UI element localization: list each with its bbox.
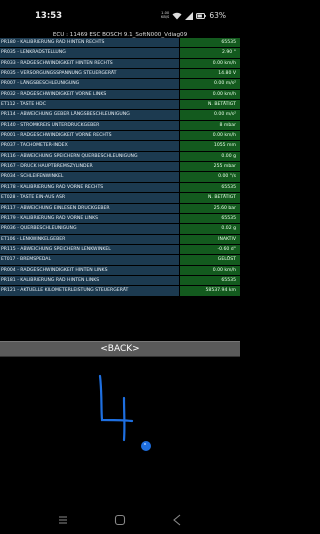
handwritten-drawing xyxy=(90,368,160,458)
parameter-value: 1055 mm xyxy=(180,141,240,151)
parameter-label: ET106 - LENKWINKELGEBER xyxy=(0,234,180,244)
parameter-value: 2.90 ° xyxy=(180,48,240,58)
parameter-value: 25.60 bar xyxy=(180,203,240,213)
table-row: PR032 - RADGESCHWINDIGKEIT VORNE LINKS 0.… xyxy=(0,89,240,101)
table-row: ET106 - LENKWINKELGEBER INAKTIV xyxy=(0,234,240,245)
table-row: PR035 - VERSORGUNGSSPANNUNG STEUERGERÄT 1… xyxy=(0,69,240,80)
table-row: PR117 - ABWEICHUNG EINLESEN DRUCKGEBER 25… xyxy=(0,203,240,214)
parameter-label: PR032 - RADGESCHWINDIGKEIT VORNE LINKS xyxy=(0,89,180,100)
table-row: PR178 - KALIBRIERUNG RAD VORNE RECHTS 655… xyxy=(0,182,240,194)
status-time: 13:53 xyxy=(35,11,63,21)
table-row: PR004 - RADGESCHWINDIGKEIT HINTEN LINKS 0… xyxy=(0,265,240,276)
status-bar: 13:53 1.00 KB/S 63% xyxy=(0,0,240,30)
parameter-value: N. BETÄTIGT xyxy=(180,100,240,110)
table-row: PR035 - LENKRADSTELLUNG 2.90 ° xyxy=(0,48,240,59)
wifi-icon xyxy=(172,12,182,20)
parameter-label: PR116 - ABWEICHUNG SPEICHERN QUERBESCHLE… xyxy=(0,151,180,162)
signal-icon xyxy=(185,11,194,20)
parameter-label: PR037 - TACHOMETER-INDEX xyxy=(0,141,180,151)
parameter-value: 0.00 m/s² xyxy=(180,79,240,89)
parameter-value: 58537.94 km xyxy=(180,286,240,296)
network-speed-unit: KB/S xyxy=(161,14,170,19)
parameter-value: GELÖST xyxy=(180,255,240,265)
parameter-label: ET028 - TASTE EIN-AUS ASR xyxy=(0,193,180,203)
parameter-label: PR117 - ABWEICHUNG EINLESEN DRUCKGEBER xyxy=(0,203,180,213)
parameter-value: 0.00 km/h xyxy=(180,265,240,275)
home-icon[interactable] xyxy=(113,513,127,527)
handwritten-dot xyxy=(141,441,151,451)
parameter-label: PR035 - VERSORGUNGSSPANNUNG STEUERGERÄT xyxy=(0,69,180,79)
parameter-label: PR033 - RADGESCHWINDIGKEIT HINTEN RECHTS xyxy=(0,58,180,69)
parameter-value: 65535 xyxy=(180,275,240,286)
parameter-label: PR035 - LENKRADSTELLUNG xyxy=(0,48,180,58)
back-nav-icon[interactable] xyxy=(170,513,184,527)
parameter-value: 0.00 g xyxy=(180,151,240,162)
table-row: PR115 - ABWEICHUNG SPEICHERN LENKWINKEL -… xyxy=(0,244,240,256)
parameter-value: 0.02 g xyxy=(180,224,240,234)
battery-icon xyxy=(196,12,207,19)
table-row: PR001 - RADGESCHWINDIGKEIT VORNE RECHTS 0… xyxy=(0,131,240,142)
parameter-value: 0.00 m/s² xyxy=(180,110,240,120)
parameter-value: 65535 xyxy=(180,213,240,224)
table-row: PR180 - KALIBRIERUNG RAD HINTEN RECHTS 65… xyxy=(0,38,240,49)
parameter-table: PR180 - KALIBRIERUNG RAD HINTEN RECHTS 65… xyxy=(0,38,240,297)
table-row: ET017 - BREMSPEDAL GELÖST xyxy=(0,255,240,266)
parameter-value: 65535 xyxy=(180,38,240,48)
parameter-label: ET017 - BREMSPEDAL xyxy=(0,255,180,265)
handwritten-stroke-1 xyxy=(98,374,134,423)
parameter-label: PR115 - ABWEICHUNG SPEICHERN LENKWINKEL xyxy=(0,244,180,255)
parameter-label: PR180 - KALIBRIERUNG RAD HINTEN RECHTS xyxy=(0,38,180,48)
table-row: PR114 - ABWEICHUNG GEBER LÄNGSBESCHLEUNI… xyxy=(0,110,240,121)
table-row: PR033 - RADGESCHWINDIGKEIT HINTEN RECHTS… xyxy=(0,58,240,70)
parameter-value: -0.60 d° xyxy=(180,244,240,255)
battery-percent: 63% xyxy=(209,11,226,20)
table-row: PR167 - DRUCK HAUPTBREMSZYLINDER 255 mbar xyxy=(0,162,240,173)
parameter-label: ET112 - TASTE HDC xyxy=(0,100,180,110)
table-row: PR036 - QUERBESCHLEUNIGUNG 0.02 g xyxy=(0,224,240,235)
table-row: ET028 - TASTE EIN-AUS ASR N. BETÄTIGT xyxy=(0,193,240,204)
table-row: PR034 - SCHLEIFENWINKEL 0.00 °/s xyxy=(0,172,240,183)
table-row: PR121 - AKTUELLE KILOMETERLEISTUNG STEUE… xyxy=(0,286,240,297)
parameter-label: PR179 - KALIBRIERUNG RAD VORNE LINKS xyxy=(0,213,180,224)
parameter-label: PR121 - AKTUELLE KILOMETERLEISTUNG STEUE… xyxy=(0,286,180,296)
table-row: PR181 - KALIBRIERUNG RAD HINTEN LINKS 655… xyxy=(0,275,240,287)
parameter-label: PR001 - RADGESCHWINDIGKEIT VORNE RECHTS xyxy=(0,131,180,141)
parameter-value: N. BETÄTIGT xyxy=(180,193,240,203)
network-speed: 1.00 KB/S xyxy=(161,11,170,20)
parameter-label: PR178 - KALIBRIERUNG RAD VORNE RECHTS xyxy=(0,182,180,193)
table-row: PR116 - ABWEICHUNG SPEICHERN QUERBESCHLE… xyxy=(0,151,240,163)
parameter-value: 0.00 °/s xyxy=(180,172,240,182)
table-row: PR179 - KALIBRIERUNG RAD VORNE LINKS 6553… xyxy=(0,213,240,225)
back-button[interactable]: <BACK> xyxy=(0,341,240,357)
status-icons: 1.00 KB/S 63% xyxy=(161,11,226,20)
recent-apps-icon[interactable] xyxy=(56,513,70,527)
parameter-label: PR140 - STROMKREIS UNTERDRUCKGEBER xyxy=(0,120,180,131)
table-row: ET112 - TASTE HDC N. BETÄTIGT xyxy=(0,100,240,111)
parameter-label: PR167 - DRUCK HAUPTBREMSZYLINDER xyxy=(0,162,180,172)
parameter-label: PR181 - KALIBRIERUNG RAD HINTEN LINKS xyxy=(0,275,180,286)
parameter-label: PR007 - LÄNGSBESCHLEUNIGUNG xyxy=(0,79,180,89)
parameter-value: 0.00 km/h xyxy=(180,89,240,100)
parameter-label: PR114 - ABWEICHUNG GEBER LÄNGSBESCHLEUNI… xyxy=(0,110,180,120)
parameter-value: 0.00 km/h xyxy=(180,131,240,141)
parameter-label: PR036 - QUERBESCHLEUNIGUNG xyxy=(0,224,180,234)
parameter-value: 0.00 km/h xyxy=(180,58,240,69)
parameter-value: INAKTIV xyxy=(180,234,240,244)
parameter-value: 65535 xyxy=(180,182,240,193)
parameter-value: 14.80 V xyxy=(180,69,240,79)
table-row: PR007 - LÄNGSBESCHLEUNIGUNG 0.00 m/s² xyxy=(0,79,240,90)
table-row: PR037 - TACHOMETER-INDEX 1055 mm xyxy=(0,141,240,152)
parameter-label: PR034 - SCHLEIFENWINKEL xyxy=(0,172,180,182)
parameter-label: PR004 - RADGESCHWINDIGKEIT HINTEN LINKS xyxy=(0,265,180,275)
table-row: PR140 - STROMKREIS UNTERDRUCKGEBER 8 mbar xyxy=(0,120,240,132)
parameter-value: 8 mbar xyxy=(180,120,240,131)
system-nav-bar xyxy=(0,505,240,534)
parameter-value: 255 mbar xyxy=(180,162,240,172)
